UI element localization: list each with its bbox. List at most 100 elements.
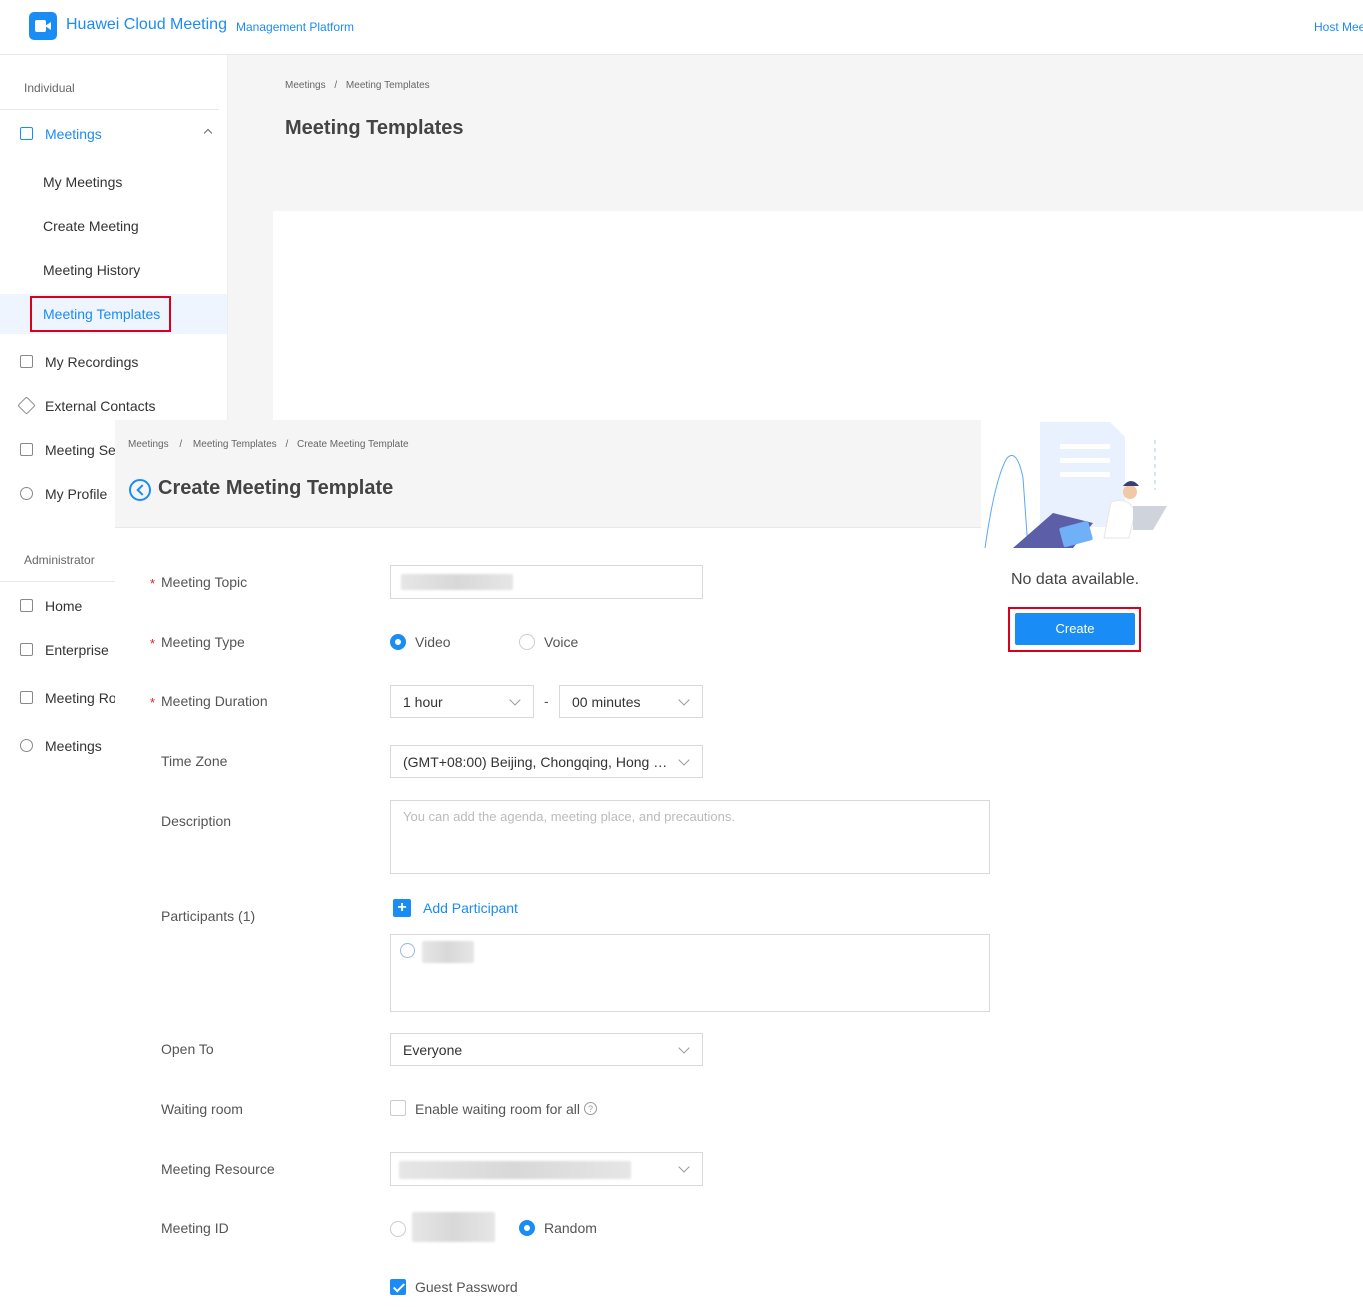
breadcrumb-meeting-templates[interactable]: Meeting Templates [193, 439, 277, 450]
sidebar-item-my-meetings[interactable]: My Meetings [0, 162, 227, 202]
label-meeting-resource: Meeting Resource [161, 1161, 275, 1177]
description-placeholder: You can add the agenda, meeting place, a… [403, 809, 735, 824]
breadcrumb: Meetings / Meeting Templates / Create Me… [128, 439, 409, 450]
sidebar-item-label: Meetings [45, 738, 102, 754]
required-mark: * [150, 636, 156, 651]
help-icon[interactable]: ? [584, 1102, 597, 1115]
breadcrumb-meetings[interactable]: Meetings [128, 439, 169, 450]
sidebar-item-label: Meeting Ro [45, 690, 117, 706]
highlight-box-meeting-templates [30, 296, 171, 332]
chevron-down-icon [678, 754, 690, 766]
create-template-header: Meetings / Meeting Templates / Create Me… [115, 420, 981, 528]
back-arrow-icon[interactable] [129, 479, 151, 501]
breadcrumb-meetings[interactable]: Meetings [285, 80, 326, 91]
sidebar-group-individual: Individual [24, 81, 75, 95]
radio-voice-label[interactable]: Voice [544, 634, 578, 650]
sidebar-item-label: My Recordings [45, 354, 139, 370]
duration-hours-value: 1 hour [403, 694, 443, 710]
sidebar-item-create-meeting[interactable]: Create Meeting [0, 206, 227, 246]
settings-calendar-icon [20, 443, 33, 456]
sidebar-item-label: Meeting Se [45, 442, 116, 458]
radio-voice[interactable] [519, 634, 535, 650]
label-open-to: Open To [161, 1041, 214, 1057]
sidebar-item-label: Enterprise [45, 642, 109, 658]
recording-icon [20, 355, 33, 368]
chevron-down-icon [678, 1042, 690, 1054]
sidebar-item-label: Create Meeting [43, 218, 139, 234]
highlight-box-create [1008, 607, 1141, 652]
label-time-zone: Time Zone [161, 753, 228, 769]
breadcrumb: Meetings / Meeting Templates [285, 80, 430, 91]
radio-meeting-id-random[interactable] [519, 1220, 535, 1236]
add-icon[interactable]: + [393, 899, 411, 917]
sidebar-item-label: Meeting History [43, 262, 141, 278]
duration-minutes-value: 00 minutes [572, 694, 641, 710]
globe-icon [20, 739, 33, 752]
enterprise-list-icon [20, 643, 33, 656]
form-title: Create Meeting Template [158, 477, 394, 499]
create-template-panel: Meetings / Meeting Templates / Create Me… [115, 420, 990, 1307]
label-description: Description [161, 813, 232, 829]
waiting-room-option-label[interactable]: Enable waiting room for all [415, 1101, 580, 1117]
sidebar-item-label: Meetings [45, 126, 102, 142]
sidebar-item-meeting-history[interactable]: Meeting History [0, 250, 227, 290]
radio-video[interactable] [390, 634, 406, 650]
breadcrumb-separator: / [179, 439, 183, 450]
guest-password-label[interactable]: Guest Password [415, 1279, 518, 1295]
label-meeting-topic: Meeting Topic [161, 574, 248, 590]
description-textarea[interactable]: You can add the agenda, meeting place, a… [390, 800, 990, 874]
redacted-resource [399, 1161, 631, 1179]
sidebar-item-meetings[interactable]: Meetings [0, 114, 227, 154]
app-title: Huawei Cloud Meeting [66, 16, 227, 33]
radio-random-label[interactable]: Random [544, 1220, 597, 1236]
redacted-meeting-id [412, 1212, 495, 1242]
breadcrumb-create-meeting-template: Create Meeting Template [297, 439, 409, 450]
chevron-up-icon[interactable] [203, 128, 213, 138]
open-to-value: Everyone [403, 1042, 463, 1058]
sidebar-item-my-recordings[interactable]: My Recordings [0, 342, 227, 382]
meeting-resource-select[interactable] [390, 1152, 703, 1186]
label-meeting-id: Meeting ID [161, 1220, 229, 1236]
time-zone-select[interactable]: (GMT+08:00) Beijing, Chongqing, Hong Kon… [390, 745, 703, 778]
sidebar-item-label: My Meetings [43, 174, 123, 190]
breadcrumb-separator: / [334, 80, 338, 91]
page-title: Meeting Templates [285, 117, 464, 139]
app-subtitle: Management Platform [236, 20, 355, 34]
home-icon [20, 599, 33, 612]
duration-hours-select[interactable]: 1 hour [390, 685, 534, 718]
duration-minutes-select[interactable]: 00 minutes [559, 685, 703, 718]
required-mark: * [150, 576, 156, 591]
sidebar-item-label: Home [45, 598, 83, 614]
participant-avatar-icon [400, 943, 415, 958]
empty-document-illustration [984, 422, 1167, 549]
sidebar-group-administrator: Administrator [24, 553, 95, 567]
label-participants: Participants (1) [161, 908, 256, 924]
add-participant-link[interactable]: Add Participant [423, 900, 518, 916]
redacted-topic [401, 574, 513, 590]
meeting-topic-input[interactable] [390, 565, 703, 599]
redacted-participant [422, 941, 474, 963]
duration-separator: - [544, 693, 549, 709]
breadcrumb-separator: / [285, 439, 289, 450]
host-meeting-link[interactable]: Host Mee [1314, 20, 1363, 34]
chevron-down-icon [509, 694, 521, 706]
participants-list [390, 934, 990, 1012]
sidebar-item-label: External Contacts [45, 398, 156, 414]
chevron-down-icon [678, 1161, 690, 1173]
top-bar: Huawei Cloud Meeting Management Platform… [0, 0, 1363, 55]
sidebar-divider [0, 109, 219, 110]
breadcrumb-meeting-templates: Meeting Templates [345, 80, 430, 91]
radio-meeting-id-fixed[interactable] [390, 1221, 406, 1237]
required-mark: * [150, 695, 156, 710]
guest-password-checkbox[interactable] [390, 1279, 406, 1295]
label-waiting-room: Waiting room [161, 1101, 243, 1117]
radio-video-label[interactable]: Video [415, 634, 451, 650]
user-icon [20, 487, 33, 500]
sidebar-item-label: My Profile [45, 486, 108, 502]
waiting-room-checkbox[interactable] [390, 1100, 406, 1116]
contacts-icon [17, 396, 36, 415]
label-meeting-duration: Meeting Duration [161, 693, 268, 709]
video-camera-logo-icon [29, 12, 57, 40]
meeting-room-icon [20, 691, 33, 704]
open-to-select[interactable]: Everyone [390, 1033, 703, 1066]
